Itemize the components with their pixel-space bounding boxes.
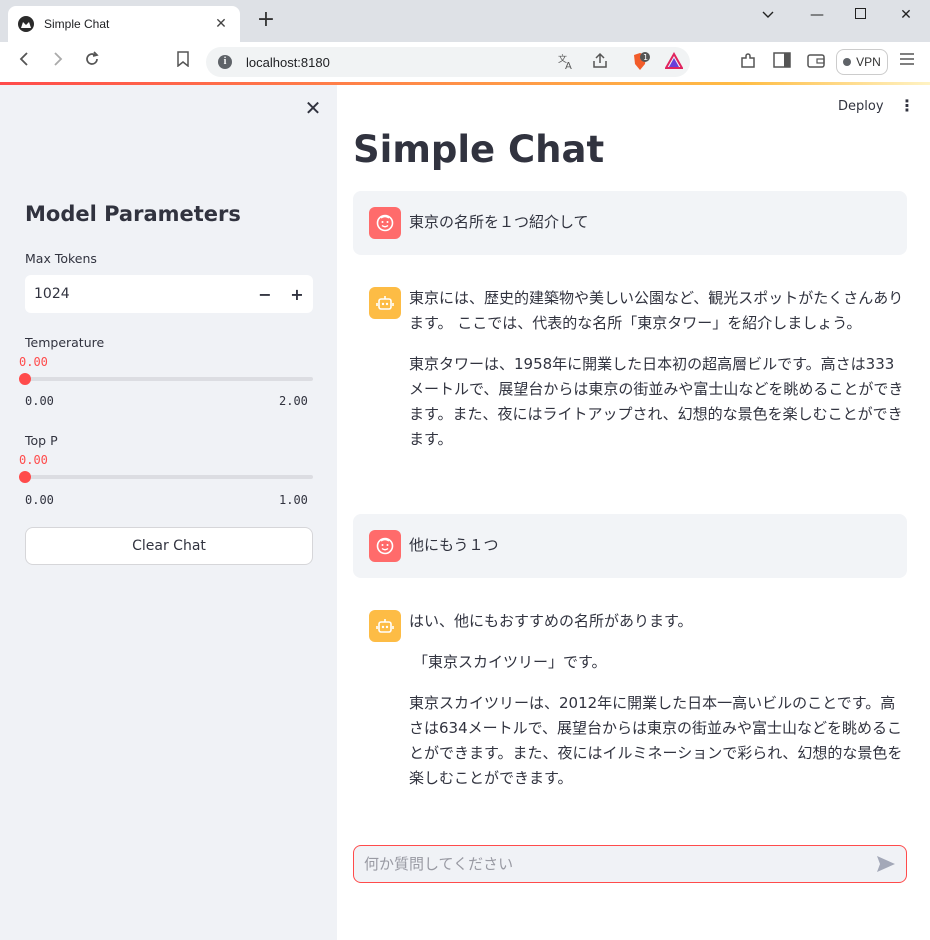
chat-input-container [353, 845, 907, 883]
tab-title: Simple Chat [44, 17, 110, 31]
site-info-icon[interactable]: i [218, 55, 232, 69]
back-icon[interactable] [12, 50, 36, 74]
user-avatar-icon [369, 530, 401, 562]
wallet-icon[interactable] [806, 52, 826, 72]
temperature-value: 0.00 [19, 355, 48, 369]
temperature-min: 0.00 [25, 394, 54, 408]
user-avatar-icon [369, 207, 401, 239]
max-tokens-value[interactable]: 1024 [34, 286, 249, 302]
temperature-max: 2.00 [279, 394, 308, 408]
sidebar-title: Model Parameters [25, 202, 241, 226]
message-paragraph: はい、他にもおすすめの名所があります。 [409, 612, 693, 630]
temperature-slider[interactable] [19, 373, 313, 385]
bookmark-icon[interactable] [171, 50, 195, 74]
top-p-min: 0.00 [25, 493, 54, 507]
max-tokens-input[interactable]: 1024 − + [25, 275, 313, 313]
assistant-avatar-icon [369, 610, 401, 642]
message-paragraph: 東京スカイツリーは、2012年に開業した日本一高いビルのことです。高さは634メ… [409, 694, 903, 787]
page-title: Simple Chat [353, 128, 605, 171]
browser-tab[interactable]: Simple Chat ✕ [8, 6, 240, 42]
decrement-button[interactable]: − [249, 285, 281, 304]
message-paragraph: 他にもう１つ [409, 536, 499, 554]
message-paragraph: 東京の名所を１つ紹介して [409, 213, 589, 231]
chat-input[interactable] [354, 846, 866, 882]
max-tokens-label: Max Tokens [25, 251, 97, 266]
share-icon[interactable] [590, 52, 610, 72]
tab-search-chevron-icon[interactable] [754, 4, 782, 26]
message-content: 東京の名所を１つ紹介して [409, 210, 907, 251]
main-menu-icon[interactable]: ⋮ [899, 96, 915, 115]
message-content: 他にもう１つ [409, 533, 907, 574]
temperature-label: Temperature [25, 335, 105, 350]
svg-text:A: A [565, 61, 572, 70]
message-content: 東京には、歴史的建築物や美しい公園など、観光スポットがたくさんあります。 ここで… [409, 286, 907, 468]
message-paragraph: 「東京スカイツリー」です。 [413, 653, 607, 671]
sidebar-close-icon[interactable]: ✕ [302, 97, 324, 119]
reload-icon[interactable] [80, 50, 104, 74]
increment-button[interactable]: + [281, 285, 313, 304]
top-p-label: Top P [25, 433, 58, 448]
top-p-max: 1.00 [279, 493, 308, 507]
deploy-button[interactable]: Deploy [838, 99, 884, 114]
forward-icon[interactable] [46, 50, 70, 74]
vpn-button[interactable]: VPN [836, 49, 888, 75]
streamlit-favicon-icon [18, 16, 34, 32]
maximize-icon[interactable] [846, 4, 874, 26]
translate-icon[interactable]: 文A [556, 52, 576, 72]
temperature-slider-handle[interactable] [19, 373, 31, 385]
top-p-slider[interactable] [19, 471, 313, 483]
top-p-slider-handle[interactable] [19, 471, 31, 483]
clear-chat-button[interactable]: Clear Chat [25, 527, 313, 565]
tab-close-icon[interactable]: ✕ [212, 16, 230, 32]
message-content: はい、他にもおすすめの名所があります。 「東京スカイツリー」です。 東京スカイツ… [409, 609, 907, 807]
assistant-avatar-icon [369, 287, 401, 319]
top-p-value: 0.00 [19, 453, 48, 467]
brave-rewards-icon[interactable] [664, 51, 684, 72]
new-tab-icon[interactable]: + [254, 8, 278, 32]
vpn-label: VPN [856, 55, 881, 69]
extensions-icon[interactable] [738, 52, 758, 72]
url-text: localhost:8180 [246, 54, 330, 70]
hamburger-menu-icon[interactable] [897, 52, 917, 72]
brave-badge-count: 1 [643, 53, 648, 62]
brave-shield-icon[interactable]: 1 [630, 52, 650, 72]
window-close-icon[interactable]: ✕ [892, 4, 920, 26]
sidebar-toggle-icon[interactable] [772, 52, 792, 72]
message-paragraph: 東京タワーは、1958年に開業した日本初の超高層ビルです。高さは333メートルで… [409, 355, 904, 448]
minimize-icon[interactable]: — [803, 4, 831, 26]
sidebar: ✕ Model Parameters Max Tokens 1024 − + T… [0, 85, 337, 940]
browser-toolbar: i localhost:8180 文A 1 VPN [0, 42, 930, 82]
send-icon[interactable] [866, 846, 906, 882]
address-bar[interactable]: i localhost:8180 [206, 47, 690, 77]
browser-titlebar: Simple Chat ✕ + — ✕ [0, 0, 930, 42]
message-paragraph: 東京には、歴史的建築物や美しい公園など、観光スポットがたくさんあります。 ここで… [409, 289, 904, 332]
vpn-status-icon [843, 58, 852, 66]
